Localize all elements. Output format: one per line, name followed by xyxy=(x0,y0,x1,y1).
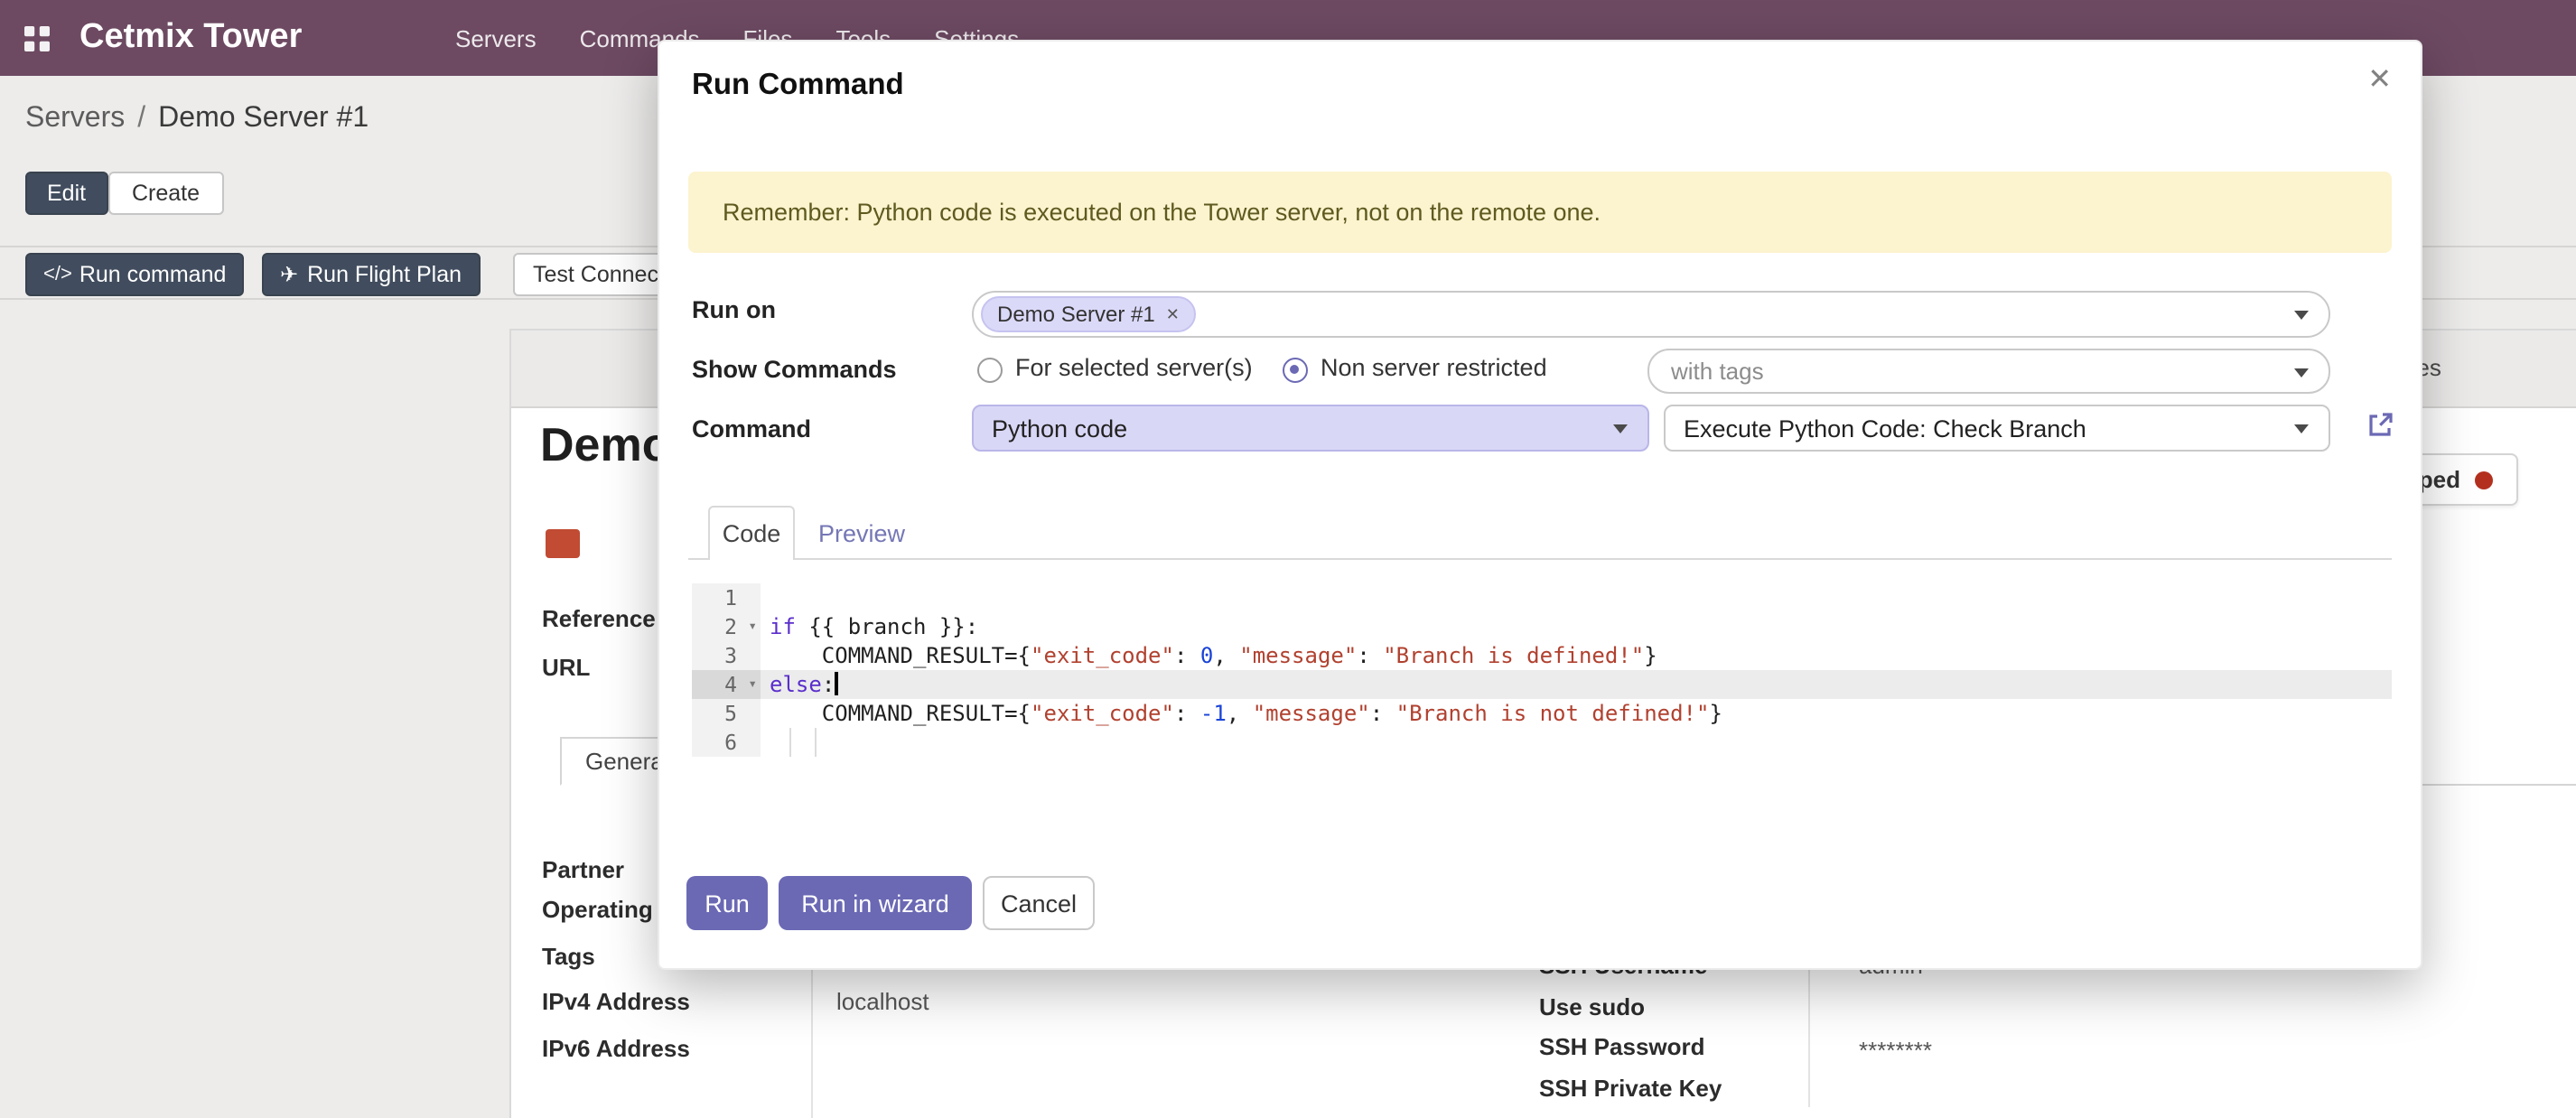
code-line[interactable]: 3 COMMAND_RESULT={"exit_code": 0, "messa… xyxy=(692,641,2392,670)
fold-icon[interactable]: ▾ xyxy=(748,670,757,699)
breadcrumb-current: Demo Server #1 xyxy=(158,103,369,134)
tab-code[interactable]: Code xyxy=(708,506,795,560)
code-line-content[interactable]: else: xyxy=(761,670,2392,699)
tab-preview[interactable]: Preview xyxy=(818,506,905,560)
field-label-ipv6: IPv6 Address xyxy=(542,1035,690,1062)
field-label-reference: Reference xyxy=(542,605,656,632)
server-color-swatch[interactable] xyxy=(546,529,580,558)
run-in-wizard-button[interactable]: Run in wizard xyxy=(779,876,972,930)
server-tag-label: Demo Server #1 xyxy=(997,302,1155,327)
modal-title: Run Command xyxy=(692,69,904,103)
command-label: Command xyxy=(692,415,811,443)
run-button[interactable]: Run xyxy=(686,876,768,930)
field-value-ssh-password: ******** xyxy=(1859,1037,1932,1064)
code-line-content[interactable]: COMMAND_RESULT={"exit_code": 0, "message… xyxy=(761,641,2392,670)
field-label-ssh-private-key: SSH Private Key xyxy=(1539,1075,1722,1102)
with-tags-select[interactable]: with tags xyxy=(1647,349,2330,394)
command-select[interactable]: Execute Python Code: Check Branch xyxy=(1664,405,2330,452)
radio-non-server-restricted-label[interactable]: Non server restricted xyxy=(1321,354,1547,381)
breadcrumb-parent[interactable]: Servers xyxy=(25,103,125,134)
field-label-use-sudo: Use sudo xyxy=(1539,993,1645,1020)
code-editor[interactable]: 12▾if {{ branch }}:3 COMMAND_RESULT={"ex… xyxy=(692,583,2392,757)
tag-remove-icon[interactable]: ✕ xyxy=(1166,304,1180,324)
with-tags-placeholder: with tags xyxy=(1671,358,1764,385)
python-warning-alert: Remember: Python code is executed on the… xyxy=(688,172,2392,253)
breadcrumb-separator: / xyxy=(137,103,145,134)
radio-non-server-restricted[interactable] xyxy=(1283,358,1308,383)
run-command-button[interactable]: </> Run command xyxy=(25,253,244,296)
code-line-content[interactable] xyxy=(761,583,2392,612)
alert-text: Remember: Python code is executed on the… xyxy=(723,199,1601,226)
line-number: 6 xyxy=(692,728,761,757)
radio-for-selected-servers-label[interactable]: For selected server(s) xyxy=(1015,354,1253,381)
chevron-down-icon[interactable] xyxy=(2294,424,2309,433)
field-value-ipv4: localhost xyxy=(836,988,929,1015)
radio-for-selected-servers[interactable] xyxy=(977,358,1003,383)
breadcrumb: Servers / Demo Server #1 xyxy=(25,103,369,135)
cancel-button[interactable]: Cancel xyxy=(983,876,1095,930)
field-label-ssh-password: SSH Password xyxy=(1539,1033,1705,1060)
code-line-content[interactable]: COMMAND_RESULT={"exit_code": -1, "messag… xyxy=(761,699,2392,728)
run-on-label: Run on xyxy=(692,296,776,323)
field-label-ipv4: IPv4 Address xyxy=(542,988,690,1015)
chevron-down-icon[interactable] xyxy=(2294,368,2309,377)
line-number: 4▾ xyxy=(692,670,761,699)
command-type-select[interactable]: Python code xyxy=(972,405,1649,452)
show-commands-label: Show Commands xyxy=(692,356,897,383)
run-flight-plan-label: Run Flight Plan xyxy=(307,262,462,287)
code-line[interactable]: 1 xyxy=(692,583,2392,612)
command-select-value: Execute Python Code: Check Branch xyxy=(1684,415,2086,442)
code-line[interactable]: 6 xyxy=(692,728,2392,757)
code-line-content[interactable] xyxy=(761,728,2392,757)
run-command-modal: Run Command ✕ Remember: Python code is e… xyxy=(658,40,2422,970)
flight-plan-icon: ✈ xyxy=(280,262,298,287)
line-number: 1 xyxy=(692,583,761,612)
fold-icon[interactable]: ▾ xyxy=(748,612,757,641)
tabs-divider xyxy=(688,558,2392,560)
command-type-value: Python code xyxy=(992,415,1127,442)
field-label-tags: Tags xyxy=(542,943,595,970)
status-stopped-dot xyxy=(2475,470,2493,489)
app-viewport: Cetmix Tower Servers Commands Files Tool… xyxy=(0,0,2576,1118)
run-on-select[interactable]: Demo Server #1 ✕ xyxy=(972,291,2330,338)
code-line[interactable]: 4▾else: xyxy=(692,670,2392,699)
line-number: 2▾ xyxy=(692,612,761,641)
nav-item-servers[interactable]: Servers xyxy=(455,24,537,51)
apps-grid-icon xyxy=(23,24,51,51)
chevron-down-icon[interactable] xyxy=(2294,311,2309,320)
chevron-down-icon[interactable] xyxy=(1613,424,1628,433)
code-line[interactable]: 2▾if {{ branch }}: xyxy=(692,612,2392,641)
run-flight-plan-button[interactable]: ✈ Run Flight Plan xyxy=(262,253,480,296)
code-line[interactable]: 5 COMMAND_RESULT={"exit_code": -1, "mess… xyxy=(692,699,2392,728)
app-brand: Cetmix Tower xyxy=(79,18,302,58)
code-icon: </> xyxy=(43,264,72,285)
run-command-label: Run command xyxy=(79,262,227,287)
field-label-partner: Partner xyxy=(542,856,624,883)
external-link-icon[interactable] xyxy=(2365,410,2395,441)
field-label-url: URL xyxy=(542,654,590,681)
code-line-content[interactable]: if {{ branch }}: xyxy=(761,612,2392,641)
text-cursor xyxy=(835,672,838,695)
apps-menu-icon[interactable] xyxy=(23,24,51,51)
close-icon[interactable]: ✕ xyxy=(2367,61,2392,98)
edit-button[interactable]: Edit xyxy=(25,172,107,215)
line-number: 3 xyxy=(692,641,761,670)
create-button[interactable]: Create xyxy=(108,172,223,215)
server-tag: Demo Server #1 ✕ xyxy=(981,296,1196,332)
line-number: 5 xyxy=(692,699,761,728)
